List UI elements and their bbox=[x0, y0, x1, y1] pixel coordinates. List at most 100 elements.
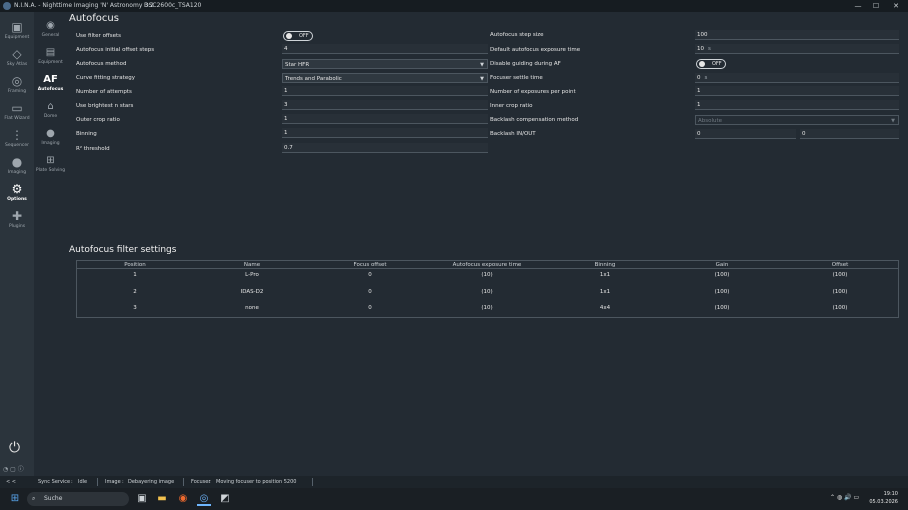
start-icon[interactable]: ⊞ bbox=[8, 492, 22, 506]
sidebar-item-plugins[interactable]: ✚ Plugins bbox=[0, 206, 34, 232]
minimize-button[interactable]: — bbox=[848, 0, 868, 12]
label-exposures-per-point: Number of exposures per point bbox=[490, 89, 576, 95]
title-bar: N.I.N.A. - Nighttime Imaging 'N' Astrono… bbox=[0, 0, 908, 12]
sidebar-item-sequencer[interactable]: ⋮ Sequencer bbox=[0, 125, 34, 151]
sidebar-item-equipment[interactable]: ▣ Equipment bbox=[0, 17, 34, 43]
toggle-knob bbox=[699, 61, 705, 67]
col-focus-offset[interactable]: Focus offset bbox=[340, 262, 400, 268]
inner-crop-input[interactable]: 1 bbox=[695, 100, 899, 110]
label-disable-guiding: Disable guiding during AF bbox=[490, 61, 561, 67]
label-brightest-stars: Use brightest n stars bbox=[76, 103, 134, 109]
sidebar-item-imaging[interactable]: ● Imaging bbox=[0, 152, 34, 178]
tab-imaging[interactable]: ● Imaging bbox=[34, 125, 67, 151]
chevron-down-icon: ▼ bbox=[480, 76, 484, 82]
power-icon[interactable]: ⏻ bbox=[9, 440, 20, 456]
step-size-input[interactable]: 100 bbox=[695, 30, 899, 40]
initial-offset-steps-input[interactable]: 4 bbox=[282, 44, 488, 54]
label-curve-fitting: Curve fitting strategy bbox=[76, 75, 135, 81]
bottom-icons[interactable]: ◔ ▢ ⓘ bbox=[3, 464, 24, 473]
backlash-method-select: Absolute ▼ bbox=[695, 115, 899, 125]
toggle-knob bbox=[286, 33, 292, 39]
backlash-in-input[interactable]: 0 bbox=[695, 129, 796, 139]
window-title: N.I.N.A. - Nighttime Imaging 'N' Astrono… bbox=[14, 2, 154, 9]
folder-icon[interactable]: ▬ bbox=[155, 492, 169, 506]
focuser-label: Focuser bbox=[191, 479, 211, 485]
imaging-icon: ● bbox=[11, 155, 23, 169]
tab-autofocus[interactable]: AF Autofocus bbox=[34, 71, 67, 97]
sky-atlas-icon: ◇ bbox=[12, 47, 22, 61]
exposures-per-point-input[interactable]: 1 bbox=[695, 86, 899, 96]
col-exposure-time[interactable]: Autofocus exposure time bbox=[437, 262, 537, 268]
label-initial-offset-steps: Autofocus initial offset steps bbox=[76, 47, 155, 53]
label-settle-time: Focuser settle time bbox=[490, 75, 543, 81]
label-backlash-inout: Backlash IN/OUT bbox=[490, 131, 536, 137]
brightest-stars-input[interactable]: 3 bbox=[282, 100, 488, 110]
sidebar-item-framing[interactable]: ◎ Framing bbox=[0, 71, 34, 97]
system-tray-icons[interactable]: ⌃ ◍ 🔊 ▭ bbox=[830, 494, 859, 501]
label-inner-crop: Inner crop ratio bbox=[490, 103, 533, 109]
disable-guiding-toggle[interactable]: OFF bbox=[696, 59, 726, 69]
tab-dome[interactable]: ⌂ Dome bbox=[34, 98, 67, 124]
collapse-arrows[interactable]: < < bbox=[6, 476, 16, 488]
col-binning[interactable]: Binning bbox=[585, 262, 625, 268]
maximize-button[interactable]: ☐ bbox=[866, 0, 886, 12]
nina-app-icon[interactable]: ◎ bbox=[197, 492, 211, 506]
col-position[interactable]: Position bbox=[115, 262, 155, 268]
search-input[interactable]: ⌕ Suche bbox=[27, 492, 129, 506]
chevron-down-icon: ▼ bbox=[891, 118, 895, 124]
imaging-tab-icon: ● bbox=[46, 128, 55, 139]
filter-settings-title: Autofocus filter settings bbox=[69, 245, 177, 255]
app-icon-other[interactable]: ◩ bbox=[218, 492, 232, 506]
label-step-size: Autofocus step size bbox=[490, 32, 544, 38]
autofocus-method-select[interactable]: Star HFR ▼ bbox=[282, 59, 488, 69]
sync-service-status: Idle bbox=[78, 479, 88, 485]
label-use-filter-offsets: Use filter offsets bbox=[76, 33, 121, 39]
chevron-down-icon: ▼ bbox=[480, 62, 484, 68]
tab-general[interactable]: ◉ General bbox=[34, 17, 67, 43]
firefox-icon[interactable]: ◉ bbox=[176, 492, 190, 506]
col-offset[interactable]: Offset bbox=[820, 262, 860, 268]
binning-input[interactable]: 1 bbox=[282, 128, 488, 138]
label-backlash-method: Backlash compensation method bbox=[490, 117, 579, 123]
col-gain[interactable]: Gain bbox=[702, 262, 742, 268]
sidebar-item-options[interactable]: ⚙ Options bbox=[0, 179, 34, 205]
autofocus-icon: AF bbox=[43, 74, 58, 85]
col-name[interactable]: Name bbox=[232, 262, 272, 268]
exposure-time-input[interactable]: 10 s bbox=[695, 44, 899, 54]
curve-fitting-select[interactable]: Trends and Parabolic ▼ bbox=[282, 73, 488, 83]
use-filter-offsets-toggle[interactable]: OFF bbox=[283, 31, 313, 41]
sidebar-item-sky-atlas[interactable]: ◇ Sky Atlas bbox=[0, 44, 34, 70]
label-attempts: Number of attempts bbox=[76, 89, 132, 95]
plate-solving-icon: ⊞ bbox=[46, 155, 55, 166]
puzzle-icon: ✚ bbox=[11, 209, 23, 223]
framing-icon: ◎ bbox=[11, 74, 23, 88]
close-button[interactable]: ✕ bbox=[886, 0, 906, 12]
app-icon bbox=[3, 2, 11, 10]
camera-icon: ▣ bbox=[11, 20, 23, 34]
flat-wizard-icon: ▭ bbox=[11, 101, 23, 115]
profile-name: DSC2600c_TSA120 bbox=[144, 2, 202, 9]
outer-crop-input[interactable]: 1 bbox=[282, 114, 488, 124]
tab-equipment[interactable]: ▤ Equipment bbox=[34, 44, 67, 70]
focuser-status: Moving focuser to position 5200 bbox=[216, 479, 297, 485]
image-status: Debayering image bbox=[128, 479, 175, 485]
label-exposure-time: Default autofocus exposure time bbox=[490, 47, 581, 53]
sidebar-item-flat-wizard[interactable]: ▭ Flat Wizard bbox=[0, 98, 34, 124]
backlash-out-input[interactable]: 0 bbox=[800, 129, 899, 139]
gears-icon: ⚙ bbox=[11, 182, 23, 196]
search-icon: ⌕ bbox=[32, 495, 36, 502]
general-icon: ◉ bbox=[46, 20, 55, 31]
settle-time-input[interactable]: 0s bbox=[695, 73, 899, 83]
label-outer-crop: Outer crop ratio bbox=[76, 117, 120, 123]
sync-service-label: Sync Service bbox=[38, 479, 71, 485]
status-bar: < < Sync Service : Idle Image : Debayeri… bbox=[0, 476, 908, 488]
sequencer-icon: ⋮ bbox=[11, 128, 23, 142]
label-autofocus-method: Autofocus method bbox=[76, 61, 127, 67]
task-view-icon[interactable]: ▣ bbox=[135, 492, 149, 506]
equipment-icon: ▤ bbox=[45, 47, 56, 58]
page-title: Autofocus bbox=[69, 13, 119, 24]
tab-plate-solving[interactable]: ⊞ Plate Solving bbox=[34, 152, 67, 178]
attempts-input[interactable]: 1 bbox=[282, 86, 488, 96]
r2-threshold-input[interactable]: 0.7 bbox=[282, 143, 488, 153]
clock[interactable]: 19:10 05.03.2026 bbox=[869, 490, 898, 506]
